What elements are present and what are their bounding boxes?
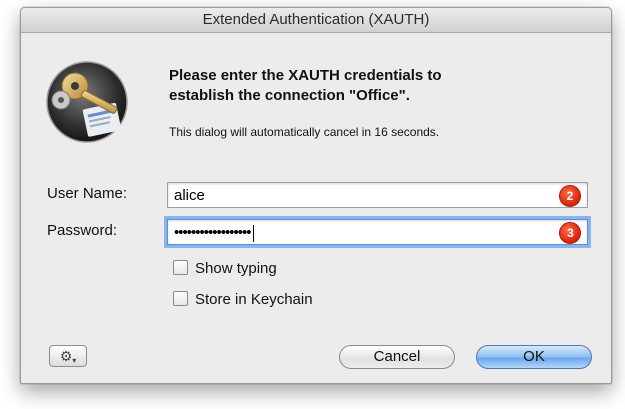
gear-icon: ⚙	[59, 348, 73, 364]
show-typing-label: Show typing	[195, 260, 277, 277]
username-field[interactable]: alice 2	[167, 182, 588, 208]
username-badge: 2	[559, 185, 581, 207]
store-keychain-option[interactable]: Store in Keychain	[173, 291, 313, 308]
headline-line-1: Please enter the XAUTH credentials to	[169, 67, 442, 84]
password-badge: 3	[559, 222, 581, 244]
username-value: alice	[174, 187, 205, 204]
keys-and-documents-app-icon	[46, 61, 128, 143]
dialog-title: Extended Authentication (XAUTH)	[21, 8, 611, 33]
gear-menu-button[interactable]: ⚙▾	[49, 345, 87, 367]
username-label: User Name:	[47, 185, 128, 202]
show-typing-checkbox[interactable]	[173, 260, 188, 275]
xauth-dialog: Extended Authentication (XAUTH) Please e…	[20, 7, 612, 384]
store-keychain-label: Store in Keychain	[195, 291, 313, 308]
dialog-headline: Please enter the XAUTH credentials to es…	[169, 66, 589, 106]
password-field[interactable]: •••••••••••••••••• 3	[167, 219, 588, 245]
countdown-text: This dialog will automatically cancel in…	[169, 125, 440, 139]
chevron-down-icon: ▾	[72, 356, 77, 365]
ok-button[interactable]: OK	[476, 345, 592, 369]
headline-line-2: establish the connection "Office".	[169, 87, 410, 104]
cancel-button[interactable]: Cancel	[339, 345, 455, 369]
store-keychain-checkbox[interactable]	[173, 291, 188, 306]
password-label: Password:	[47, 222, 118, 239]
password-value: ••••••••••••••••••	[174, 224, 252, 241]
text-caret	[252, 224, 254, 242]
show-typing-option[interactable]: Show typing	[173, 260, 277, 277]
